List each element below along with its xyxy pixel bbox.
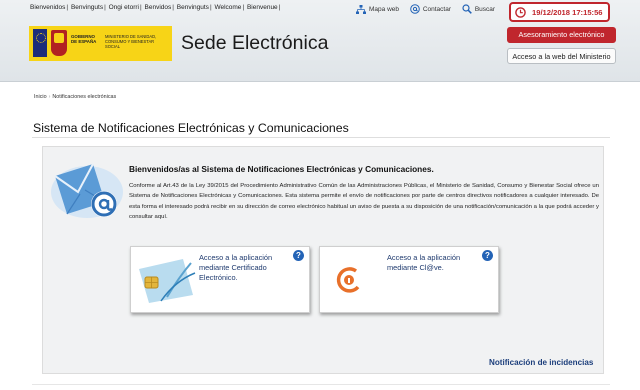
site-title[interactable]: Sede Electrónica (181, 32, 328, 55)
site-header: Bienvenidos| Benvinguts| Ongi etorri| Be… (0, 0, 640, 82)
electronic-advice-button[interactable]: Asesoramiento electrónico (507, 27, 616, 43)
breadcrumb: Inicio › Notificaciones electrónicas (34, 94, 116, 100)
title-divider (32, 137, 610, 138)
clave-logo-icon (336, 267, 360, 293)
certificate-card-label: Acceso a la aplicación mediante Certific… (199, 253, 273, 282)
page-title: Sistema de Notificaciones Electrónicas y… (33, 121, 349, 135)
certificate-card-icon (139, 259, 196, 303)
sitemap-link[interactable]: Mapa web (356, 5, 399, 14)
welcome-heading: Bienvenidos/as al Sistema de Notificacio… (129, 164, 434, 174)
contact-link[interactable]: Contactar (410, 4, 451, 14)
bottom-divider (32, 384, 610, 385)
language-link-ca[interactable]: Benvinguts (71, 4, 103, 11)
language-link-en[interactable]: Welcome (214, 4, 241, 11)
eu-flag-icon (33, 29, 47, 57)
language-bar: Bienvenidos| Benvinguts| Ongi etorri| Be… (30, 4, 281, 11)
logo-ministry-text: MINISTERIO DE SANIDAD, CONSUMO Y BIENEST… (105, 34, 157, 49)
at-icon (410, 4, 420, 14)
clock-icon (515, 6, 526, 18)
datetime-value: 19/12/2018 17:15:56 (532, 7, 603, 17)
language-link-va[interactable]: Benvinguts (177, 4, 209, 11)
language-link-fr[interactable]: Bienvenue (247, 4, 278, 11)
clave-access-card[interactable]: Acceso a la aplicación mediante Cl@ve. ? (319, 246, 499, 313)
clave-help-icon[interactable]: ? (482, 250, 493, 261)
sitemap-label: Mapa web (369, 6, 399, 13)
certificate-access-card[interactable]: Acceso a la aplicación mediante Certific… (130, 246, 310, 313)
coat-of-arms-icon (51, 30, 67, 56)
search-label: Buscar (474, 5, 496, 13)
intro-paragraph: Conforme al Art.43 de la Ley 39/2015 del… (129, 183, 599, 220)
logo-government-text: GOBIERNO DE ESPAÑA (71, 34, 97, 44)
breadcrumb-home[interactable]: Inicio (34, 94, 47, 100)
language-link-gl[interactable]: Benvidos (145, 4, 172, 11)
language-link-eu[interactable]: Ongi etorri (109, 4, 139, 11)
incidents-link[interactable]: Notificación de incidencias (489, 358, 593, 367)
email-icon (51, 163, 123, 218)
contact-label: Contactar (422, 5, 451, 13)
clave-card-label: Acceso a la aplicación mediante Cl@ve. (387, 253, 461, 272)
datetime-box: 19/12/2018 17:15:56 (509, 2, 610, 22)
sitemap-icon (356, 5, 366, 14)
ministry-website-button[interactable]: Acceso a la web del Ministerio (507, 48, 616, 64)
search-link[interactable]: Buscar (462, 4, 495, 14)
search-icon (462, 4, 472, 14)
government-logo[interactable]: GOBIERNO DE ESPAÑA MINISTERIO DE SANIDAD… (29, 26, 172, 61)
utility-links: Mapa web Contactar Buscar (356, 4, 504, 16)
certificate-help-icon[interactable]: ? (293, 250, 304, 261)
breadcrumb-chevron-icon: › (48, 94, 51, 100)
breadcrumb-current: Notificaciones electrónicas (52, 94, 117, 100)
language-link-es[interactable]: Bienvenidos (30, 4, 65, 11)
